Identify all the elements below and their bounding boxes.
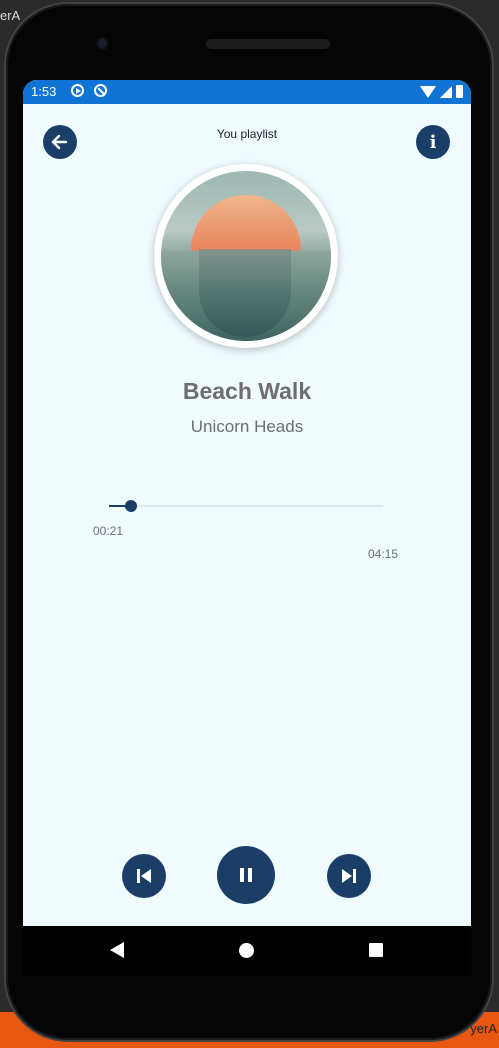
seek-bar[interactable] xyxy=(109,500,383,512)
front-camera xyxy=(96,37,109,50)
status-bar: 1:53 xyxy=(23,80,471,104)
status-right-icons xyxy=(420,85,463,98)
seek-bar-thumb[interactable] xyxy=(124,500,137,512)
media-play-icon xyxy=(71,84,84,97)
system-nav-bar xyxy=(23,926,471,976)
home-circle-icon[interactable] xyxy=(239,943,254,958)
album-art xyxy=(161,171,331,341)
skip-next-icon xyxy=(342,869,356,883)
elapsed-time: 00:21 xyxy=(93,524,124,538)
previous-track-button[interactable] xyxy=(122,854,166,898)
track-artist: Unicorn Heads xyxy=(190,417,304,436)
signal-icon xyxy=(440,85,452,98)
next-track-button[interactable] xyxy=(327,854,371,898)
pause-icon xyxy=(240,868,252,882)
info-icon: i xyxy=(429,131,437,153)
wifi-icon xyxy=(420,85,436,98)
battery-icon xyxy=(456,85,463,98)
host-taskbar-label: yerA xyxy=(470,1021,497,1036)
total-duration: 04:15 xyxy=(368,547,399,561)
app-screen: 1:53 You playlist i Beach Walk Unicorn H… xyxy=(23,80,471,926)
track-title: Beach Walk xyxy=(182,378,312,404)
album-art-figure xyxy=(199,249,291,337)
host-window-label: erA xyxy=(0,8,21,23)
sync-off-icon xyxy=(94,84,107,97)
info-button[interactable]: i xyxy=(416,125,450,159)
play-pause-button[interactable] xyxy=(217,846,275,904)
recents-square-icon[interactable] xyxy=(369,943,383,957)
album-art-frame xyxy=(154,164,338,348)
back-triangle-icon[interactable] xyxy=(110,942,124,958)
earpiece-speaker xyxy=(206,39,330,49)
skip-previous-icon xyxy=(137,869,151,883)
status-time: 1:53 xyxy=(31,84,57,99)
page-title: You playlist xyxy=(216,127,278,141)
